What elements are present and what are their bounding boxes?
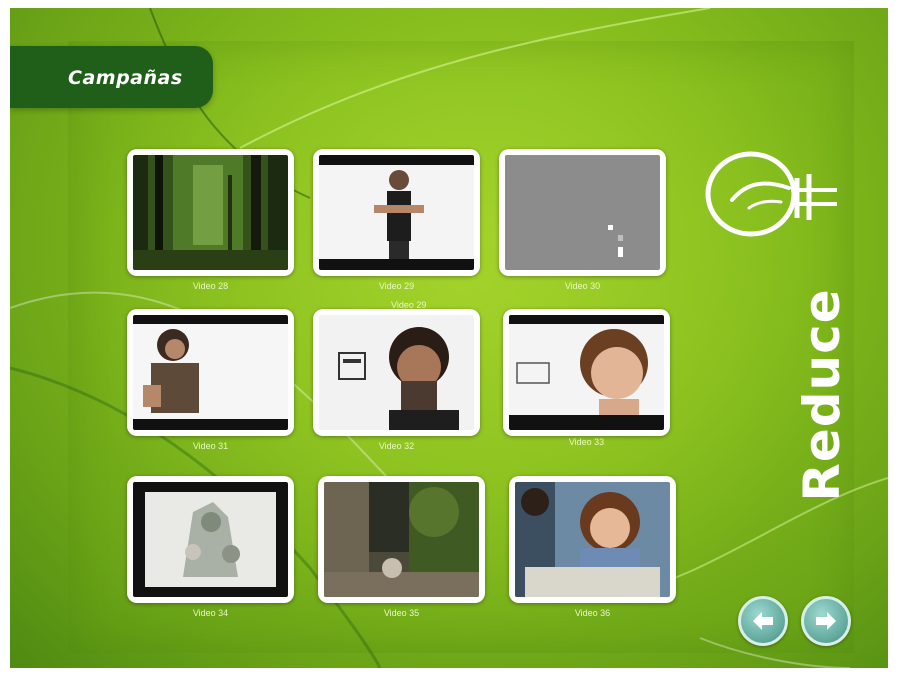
video-preview [133,482,288,597]
video-preview [515,482,670,597]
video-caption: Video 32 [378,441,415,451]
video-caption: Video 36 [574,608,611,618]
video-thumbnail-31[interactable] [127,309,294,436]
video-thumbnail-30[interactable] [499,149,666,276]
vertical-title: Reduce [793,260,851,530]
arrow-right-icon [816,612,836,630]
title-tab: Campañas [10,46,213,108]
arrow-left-icon [753,612,773,630]
video-caption: Video 29 [378,281,415,291]
video-caption: Video 28 [192,281,229,291]
video-caption: Video 33 [568,437,605,447]
video-thumbnail-36[interactable] [509,476,676,603]
video-preview [505,155,660,270]
previous-button[interactable] [738,596,788,646]
video-caption: Video 30 [564,281,601,291]
video-preview [133,315,288,430]
video-thumbnail-29[interactable] [313,149,480,276]
video-preview [509,315,664,430]
lightbulb-leaf-icon [697,150,842,240]
video-caption: Video 31 [192,441,229,451]
next-button[interactable] [801,596,851,646]
video-thumbnail-35[interactable] [318,476,485,603]
vertical-title-text: Reduce [793,288,851,502]
video-thumbnail-34[interactable] [127,476,294,603]
video-thumbnail-32[interactable] [313,309,480,436]
video-preview [319,155,474,270]
video-thumbnail-33[interactable] [503,309,670,436]
page-title: Campañas [68,67,183,89]
video-preview [324,482,479,597]
video-preview [319,315,474,430]
video-caption: Video 34 [192,608,229,618]
video-thumbnail-28[interactable] [127,149,294,276]
video-caption: Video 35 [383,608,420,618]
video-preview [133,155,288,270]
